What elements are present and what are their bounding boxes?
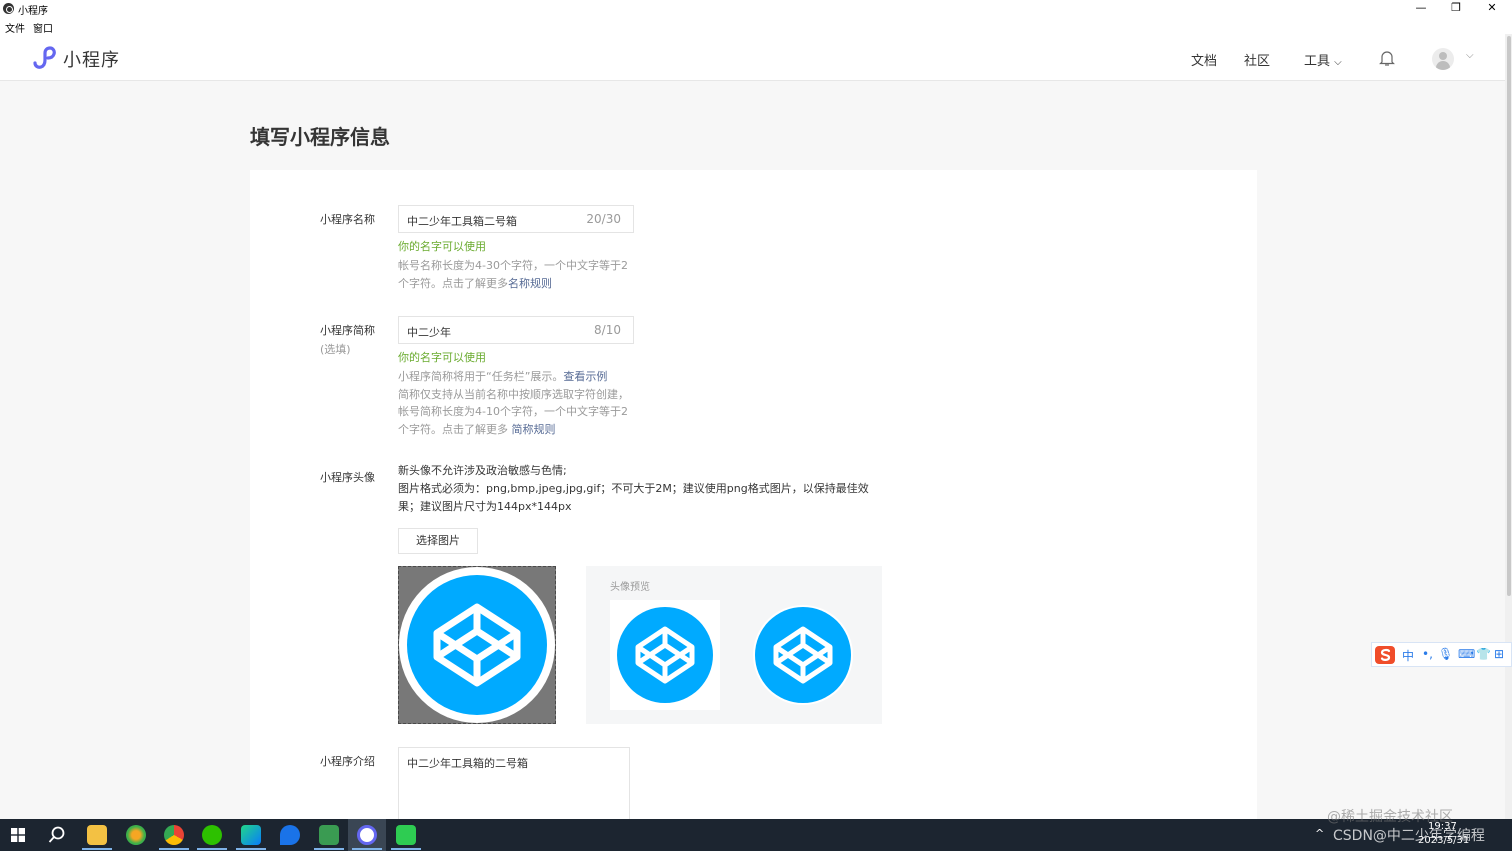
avatar-label: 小程序头像 xyxy=(320,471,375,484)
nav-tools[interactable]: 工具 ⌵ xyxy=(1304,50,1342,69)
nav-community[interactable]: 社区 xyxy=(1244,50,1270,69)
intro-textarea[interactable]: 中二少年工具箱的二号箱 xyxy=(398,747,630,819)
avatar-desc: 新头像不允许涉及政治敏感与色情; 图片格式必须为：png,bmp,jpeg,jp… xyxy=(398,462,878,516)
keyboard-icon[interactable]: ⌨ xyxy=(1458,647,1475,661)
short-name-rules-link[interactable]: 简称规则 xyxy=(512,423,556,436)
short-name-input-value: 中二少年 xyxy=(407,326,451,339)
running-indicator xyxy=(82,848,112,850)
minimize-button[interactable]: — xyxy=(1403,0,1439,18)
choose-image-button[interactable]: 选择图片 xyxy=(398,528,478,554)
avatar-preview: 头像预览 xyxy=(586,566,882,724)
preview-large xyxy=(610,600,720,710)
app-icon xyxy=(3,3,14,14)
codepen-icon xyxy=(617,607,713,703)
avatar-desc-line3: 果；建议图片尺寸为144px*144px xyxy=(398,500,572,513)
wechat-icon[interactable] xyxy=(202,825,222,845)
running-indicator xyxy=(236,848,266,850)
running-indicator xyxy=(352,848,382,850)
avatar-desc-line2: 图片格式必须为：png,bmp,jpeg,jpg,gif；不可大于2M；建议使用… xyxy=(398,482,869,495)
name-valid-msg: 你的名字可以使用 xyxy=(398,240,486,253)
name-tip: 帐号名称长度为4-30个字符，一个中文字等于2 个字符。点击了解更多名称规则 xyxy=(398,257,638,292)
name-char-count: 20/30 xyxy=(586,212,621,226)
tray-chevron-icon[interactable]: ^ xyxy=(1315,827,1324,840)
menu-file[interactable]: 文件 xyxy=(5,20,25,35)
name-tip-line2: 个字符。点击了解更多名称规则 xyxy=(398,275,638,293)
chevron-down-icon: ⌵ xyxy=(1334,57,1342,68)
menubar: 文件 窗口 xyxy=(0,18,1512,35)
ime-toolbar[interactable]: 中 •, 🎙 ⌨ 👕 ⊞ xyxy=(1371,642,1512,667)
page-title: 填写小程序信息 xyxy=(250,125,390,149)
short-name-char-count: 8/10 xyxy=(594,323,621,337)
preview-round xyxy=(748,600,858,710)
hbuilder-icon[interactable] xyxy=(396,825,416,845)
bell-icon[interactable] xyxy=(1379,49,1395,67)
name-tip-text: 个字符。点击了解更多 xyxy=(398,276,508,290)
sogou-logo-icon xyxy=(1375,646,1395,664)
codepen-icon xyxy=(753,605,853,705)
maps-icon[interactable] xyxy=(280,825,300,845)
short-tip-text: 小程序简称将用于“任务栏”展示。 xyxy=(398,370,564,383)
scrollbar-thumb[interactable] xyxy=(1507,36,1511,596)
short-tip-line1: 小程序简称将用于“任务栏”展示。查看示例 xyxy=(398,368,638,386)
short-tip-line2: 简称仅支持从当前名称中按顺序选取字符创建， xyxy=(398,387,629,401)
app-header: 小程序 文档 社区 工具 ⌵ ⌵ xyxy=(0,34,1512,81)
name-input-value: 中二少年工具箱二号箱 xyxy=(407,215,517,228)
microphone-icon[interactable]: 🎙 xyxy=(1438,647,1453,661)
miniprogram-logo-icon[interactable] xyxy=(30,44,56,70)
short-name-valid-msg: 你的名字可以使用 xyxy=(398,351,486,364)
avatar-desc-line1: 新头像不允许涉及政治敏感与色情; xyxy=(398,464,567,477)
nav-docs[interactable]: 文档 xyxy=(1191,50,1217,69)
app-icon[interactable] xyxy=(126,825,146,845)
intro-label: 小程序介绍 xyxy=(320,755,375,768)
webstorm-icon[interactable] xyxy=(241,825,261,845)
name-tip-line1: 帐号名称长度为4-30个字符，一个中文字等于2 xyxy=(398,259,628,272)
window-titlebar: 小程序 — ❐ ✕ xyxy=(0,0,1512,18)
taskbar: ^ 19:37 2023/5/31 xyxy=(0,819,1512,851)
view-example-link[interactable]: 查看示例 xyxy=(563,370,607,383)
name-input[interactable]: 中二少年工具箱二号箱 20/30 xyxy=(398,205,634,233)
skin-icon[interactable]: 👕 xyxy=(1476,647,1491,661)
short-name-input[interactable]: 中二少年 8/10 xyxy=(398,316,634,344)
running-indicator xyxy=(159,848,189,850)
preview-title: 头像预览 xyxy=(610,582,650,593)
running-indicator xyxy=(197,848,227,850)
logo-text: 小程序 xyxy=(63,50,120,71)
ime-chinese-mode[interactable]: 中 xyxy=(1402,647,1414,664)
miniprogram-taskbar-icon[interactable] xyxy=(357,825,377,845)
codepen-icon xyxy=(399,567,555,723)
chevron-down-icon[interactable]: ⌵ xyxy=(1466,50,1474,61)
avatar-crop-area[interactable] xyxy=(398,566,556,724)
intro-value: 中二少年工具箱的二号箱 xyxy=(407,757,528,770)
short-tip-text: 个字符。点击了解更多 xyxy=(398,422,512,436)
watermark-juejin: @稀土掘金技术社区 xyxy=(1327,809,1453,825)
name-rules-link[interactable]: 名称规则 xyxy=(508,277,552,290)
nav-tools-label: 工具 xyxy=(1304,54,1331,69)
close-button[interactable]: ✕ xyxy=(1474,0,1510,18)
running-indicator xyxy=(391,848,421,850)
restore-button[interactable]: ❐ xyxy=(1438,0,1474,18)
watermark-csdn: CSDN@中二少年学编程 xyxy=(1333,828,1485,844)
devtools-icon[interactable] xyxy=(319,825,339,845)
search-icon[interactable] xyxy=(48,826,66,844)
short-name-optional: (选填) xyxy=(320,343,351,356)
running-indicator xyxy=(314,848,344,850)
short-tip-line4: 个字符。点击了解更多 简称规则 xyxy=(398,421,638,439)
name-label: 小程序名称 xyxy=(320,213,375,226)
toolbox-icon[interactable]: ⊞ xyxy=(1494,647,1504,661)
short-tip-line3: 帐号简称长度为4-10个字符，一个中文字等于2 xyxy=(398,405,628,418)
window-title: 小程序 xyxy=(18,6,48,17)
user-avatar[interactable] xyxy=(1432,48,1454,70)
chrome-icon[interactable] xyxy=(164,825,184,845)
file-explorer-icon[interactable] xyxy=(87,825,107,845)
ime-punctuation[interactable]: •, xyxy=(1422,647,1433,661)
short-name-label: 小程序简称 xyxy=(320,324,375,337)
menu-window[interactable]: 窗口 xyxy=(33,20,53,35)
windows-start-icon[interactable] xyxy=(11,828,25,842)
short-name-tip: 小程序简称将用于“任务栏”展示。查看示例 简称仅支持从当前名称中按顺序选取字符创… xyxy=(398,368,638,438)
